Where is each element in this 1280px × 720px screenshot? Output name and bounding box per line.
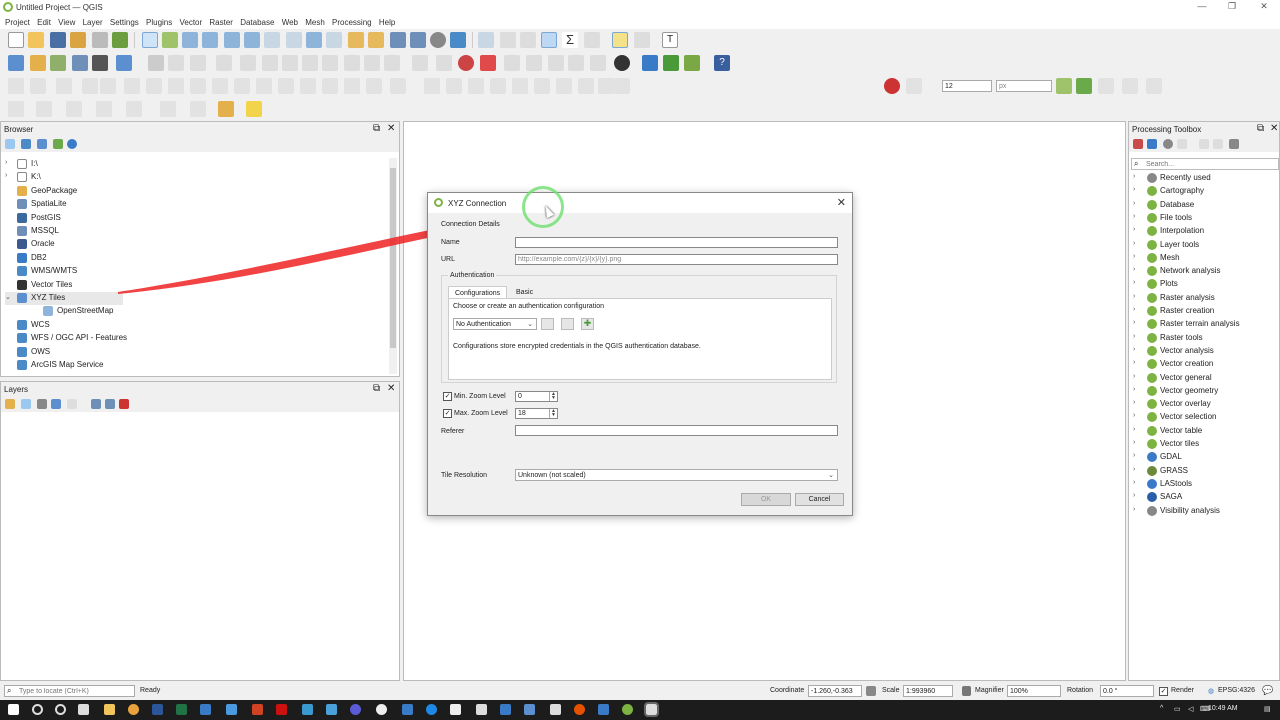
dialog-close-icon[interactable]: ✕ bbox=[837, 196, 846, 209]
messages-icon[interactable]: 💬 bbox=[1262, 685, 1273, 696]
status-message: Ready bbox=[140, 687, 161, 694]
chevron-down-icon: ⌄ bbox=[527, 321, 533, 328]
file-explorer-icon[interactable] bbox=[104, 704, 115, 715]
app-icon[interactable] bbox=[350, 704, 361, 715]
min-zoom-label: Min. Zoom Level bbox=[454, 393, 506, 400]
crs-globe-icon: ◍ bbox=[1208, 688, 1215, 695]
auth-config-value: No Authentication bbox=[456, 321, 511, 328]
app-icon[interactable] bbox=[402, 704, 413, 715]
connection-details-heading: Connection Details bbox=[441, 221, 500, 228]
locator-input[interactable] bbox=[19, 687, 131, 696]
spin-arrows-icon[interactable]: ▲ ▼ bbox=[549, 409, 557, 418]
scale-label: Scale bbox=[882, 687, 900, 694]
app-icon[interactable] bbox=[500, 704, 511, 715]
crs-button[interactable]: EPSG:4326 bbox=[1218, 687, 1255, 694]
search-icon[interactable] bbox=[32, 704, 43, 715]
excel-icon[interactable] bbox=[176, 704, 187, 715]
rotation-spinbox[interactable]: 0.0 ° bbox=[1100, 685, 1154, 697]
dialog-titlebar: XYZ Connection ✕ bbox=[428, 193, 852, 213]
app-icon[interactable] bbox=[550, 704, 561, 715]
network-icon[interactable]: ▭ bbox=[1174, 705, 1181, 713]
spin-arrows-icon[interactable]: ▲ ▼ bbox=[549, 392, 557, 401]
authentication-group: Authentication Configurations Basic Choo… bbox=[441, 272, 837, 383]
active-window-icon[interactable] bbox=[644, 702, 659, 717]
qgis-logo-icon bbox=[434, 198, 443, 207]
word-icon[interactable] bbox=[152, 704, 163, 715]
max-zoom-checkbox[interactable]: ✓ bbox=[443, 409, 452, 418]
acrobat-icon[interactable] bbox=[276, 704, 287, 715]
cancel-button[interactable]: Cancel bbox=[795, 493, 844, 506]
chevron-down-icon: ⌄ bbox=[828, 472, 834, 479]
max-zoom-label: Max. Zoom Level bbox=[454, 410, 508, 417]
photos-icon[interactable] bbox=[200, 704, 211, 715]
app-icon[interactable] bbox=[524, 704, 535, 715]
app-icon[interactable] bbox=[574, 704, 585, 715]
app-icon[interactable] bbox=[426, 704, 437, 715]
volume-icon[interactable]: ◁ bbox=[1188, 705, 1193, 713]
clock-app-icon[interactable] bbox=[376, 704, 387, 715]
dialog-title: XYZ Connection bbox=[448, 199, 507, 208]
app-icon[interactable] bbox=[450, 704, 461, 715]
app-icon[interactable] bbox=[598, 704, 609, 715]
remove-auth-config-button[interactable] bbox=[561, 318, 574, 330]
auth-note-text: Configurations store encrypted credentia… bbox=[453, 343, 701, 350]
name-input[interactable] bbox=[515, 237, 838, 248]
render-label: Render bbox=[1171, 687, 1194, 694]
render-checkbox[interactable]: ✓ bbox=[1159, 687, 1168, 696]
auth-config-combo[interactable]: No Authentication ⌄ bbox=[453, 318, 537, 330]
edge-icon[interactable] bbox=[226, 704, 237, 715]
locator-bar[interactable]: ⌕ bbox=[4, 685, 135, 697]
app-icon[interactable] bbox=[302, 704, 313, 715]
magnifier-label: Magnifier bbox=[975, 687, 1004, 694]
task-view-icon[interactable] bbox=[78, 704, 89, 715]
xyz-connection-dialog: XYZ Connection ✕ Connection Details Name… bbox=[427, 192, 853, 516]
powerpoint-icon[interactable] bbox=[252, 704, 263, 715]
qgis-taskbar-icon[interactable] bbox=[622, 704, 633, 715]
url-label: URL bbox=[441, 256, 456, 263]
coordinate-field[interactable]: -1.260,-0.363 bbox=[808, 685, 862, 697]
ok-button[interactable]: OK bbox=[741, 493, 791, 506]
clock-time[interactable]: 10:49 AM bbox=[1208, 705, 1238, 712]
scale-combo[interactable]: 1:993960 bbox=[903, 685, 953, 697]
add-auth-config-button[interactable]: ✚ bbox=[581, 318, 594, 330]
tray-chevron-icon[interactable]: ^ bbox=[1160, 705, 1163, 712]
status-bar: ⌕ Ready Coordinate -1.260,-0.363 Scale 1… bbox=[0, 683, 1280, 700]
notifications-icon[interactable]: ▤ bbox=[1264, 705, 1271, 713]
app-icon[interactable] bbox=[326, 704, 337, 715]
toggle-extents-icon[interactable] bbox=[866, 686, 876, 696]
tile-resolution-combo[interactable]: Unknown (not scaled) ⌄ bbox=[515, 469, 838, 481]
max-zoom-value: 18 bbox=[518, 410, 526, 417]
chrome-icon[interactable] bbox=[128, 704, 139, 715]
name-label: Name bbox=[441, 239, 460, 246]
referer-label: Referer bbox=[441, 428, 465, 435]
app-icon[interactable] bbox=[476, 704, 487, 715]
min-zoom-value: 0 bbox=[518, 393, 522, 400]
configurations-pane: Choose or create an authentication confi… bbox=[448, 298, 832, 380]
windows-taskbar: ^ ▭ ◁ ⌨ 10:49 AM ▤ bbox=[0, 700, 1280, 720]
tile-resolution-label: Tile Resolution bbox=[441, 472, 488, 479]
search-icon: ⌕ bbox=[7, 686, 12, 695]
url-input[interactable] bbox=[515, 254, 838, 265]
authentication-label: Authentication bbox=[448, 272, 497, 279]
windows-start-icon[interactable] bbox=[8, 704, 19, 715]
edit-auth-config-button[interactable] bbox=[541, 318, 554, 330]
lock-scale-icon[interactable] bbox=[962, 686, 971, 696]
rotation-label: Rotation bbox=[1067, 687, 1094, 694]
referer-input[interactable] bbox=[515, 425, 838, 436]
tile-resolution-value: Unknown (not scaled) bbox=[518, 472, 586, 479]
min-zoom-checkbox[interactable]: ✓ bbox=[443, 392, 452, 401]
magnifier-spinbox[interactable]: 100% bbox=[1007, 685, 1061, 697]
cortana-icon[interactable] bbox=[55, 704, 66, 715]
max-zoom-spinbox[interactable]: 18 ▲ ▼ bbox=[515, 408, 558, 419]
min-zoom-spinbox[interactable]: 0 ▲ ▼ bbox=[515, 391, 558, 402]
auth-prompt-text: Choose or create an authentication confi… bbox=[453, 303, 604, 310]
coordinate-label: Coordinate bbox=[770, 687, 805, 694]
